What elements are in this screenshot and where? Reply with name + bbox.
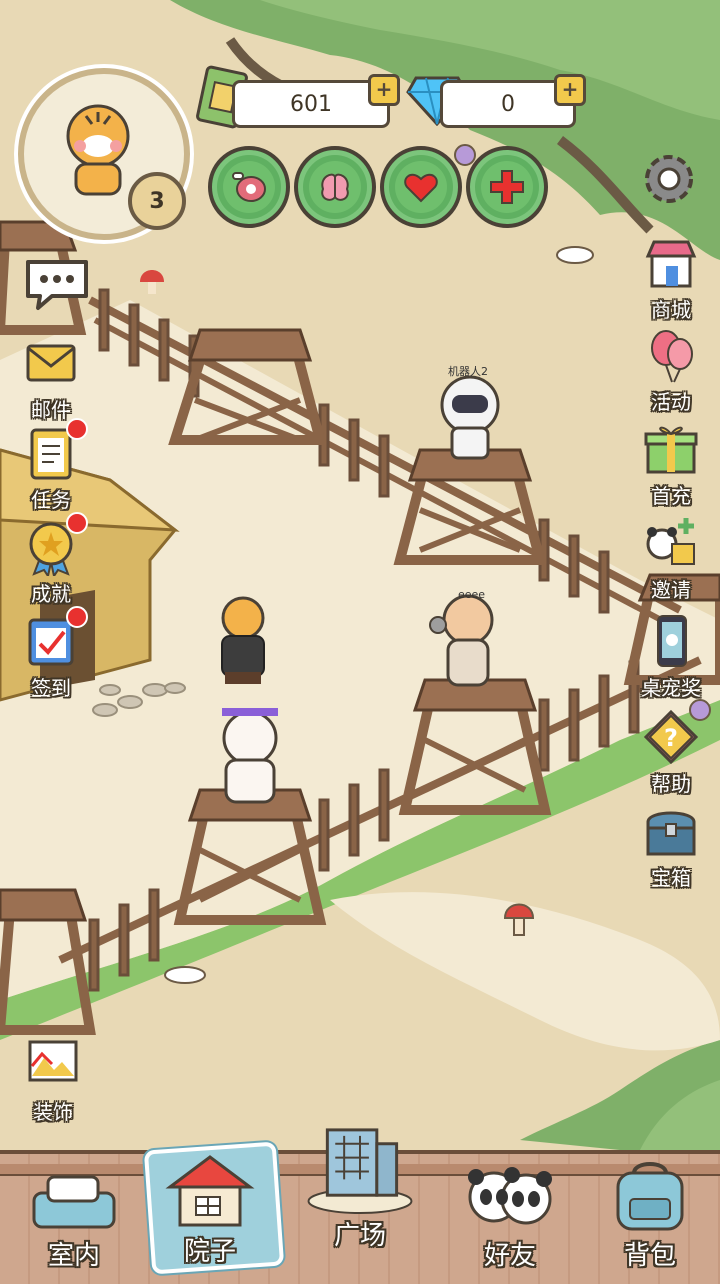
- tasks-notification-dot: [66, 418, 88, 440]
- add-gems-button[interactable]: +: [554, 74, 586, 106]
- events-button[interactable]: 活动: [630, 326, 712, 415]
- cash-amount: 601: [290, 91, 332, 117]
- nav-backpack-label: 背包: [623, 1241, 676, 1271]
- chat-bubble-icon[interactable]: [22, 256, 92, 312]
- achievements-notification-dot: [66, 512, 88, 534]
- decorate-button[interactable]: 装饰: [12, 1036, 94, 1125]
- phone-pet-icon: [657, 615, 687, 667]
- decorate-label: 装饰: [33, 1100, 73, 1124]
- checkin-button[interactable]: 签到: [10, 606, 92, 701]
- plaza-building-icon: [307, 1128, 413, 1215]
- help-question-icon: ?: [643, 709, 699, 765]
- nav-tab-yard[interactable]: 院子: [150, 1136, 270, 1276]
- nav-indoor-label: 室内: [47, 1241, 100, 1271]
- nav-tab-friends[interactable]: 好友: [450, 1140, 570, 1280]
- brain-icon: [321, 173, 349, 201]
- help-button[interactable]: ? 帮助: [630, 708, 712, 797]
- nav-tab-plaza[interactable]: 广场: [300, 1120, 420, 1260]
- house-icon: [165, 1155, 255, 1227]
- desktop-pet-label: 桌宠奖: [641, 676, 701, 700]
- gem-amount: 0: [501, 91, 515, 117]
- nav-tab-indoor[interactable]: 室内: [14, 1140, 134, 1280]
- cash-counter: 601: [232, 80, 390, 128]
- tasks-label: 任务: [31, 488, 71, 512]
- decorate-picture-icon: [28, 1040, 78, 1082]
- treasure-chest-icon: [646, 811, 696, 856]
- achievements-button[interactable]: 成就: [10, 512, 92, 607]
- help-label: 帮助: [651, 772, 691, 796]
- robot-name-tag: 机器人2: [448, 365, 488, 378]
- chest-button[interactable]: 宝箱: [630, 802, 712, 891]
- svg-text:?: ?: [664, 724, 678, 752]
- meat-icon: [232, 172, 266, 202]
- settings-gear-icon[interactable]: [636, 146, 702, 212]
- chest-label: 宝箱: [651, 866, 691, 890]
- hunger-stat-button[interactable]: [208, 146, 290, 228]
- player-level-badge: 3: [128, 172, 186, 230]
- events-label: 活动: [651, 390, 691, 414]
- gift-box-icon: [644, 426, 698, 474]
- hamster-name-tag: eeee: [458, 588, 486, 601]
- tiger-avatar-icon: [66, 104, 130, 196]
- mail-envelope-icon: [26, 344, 76, 382]
- first-recharge-label: 首充: [651, 484, 691, 508]
- achievements-label: 成就: [31, 582, 71, 606]
- bed-icon: [32, 1175, 116, 1229]
- panda-friends-icon: [468, 1167, 552, 1225]
- desktop-pet-button[interactable]: 桌宠奖: [630, 612, 712, 701]
- invite-label: 邀请: [651, 578, 691, 602]
- tiger-player-character[interactable]: [221, 596, 265, 684]
- nav-friends-label: 好友: [483, 1241, 536, 1271]
- nav-tab-backpack[interactable]: 背包: [590, 1140, 710, 1280]
- shop-store-icon: [645, 240, 697, 288]
- health-stat-button[interactable]: [466, 146, 548, 228]
- intelligence-stat-button[interactable]: [294, 146, 376, 228]
- mood-stat-button[interactable]: [380, 146, 462, 228]
- invite-button[interactable]: 邀请: [630, 514, 712, 603]
- checkin-notification-dot: [66, 606, 88, 628]
- heart-icon: [404, 173, 438, 203]
- white-tiger-character[interactable]: [222, 708, 278, 804]
- invite-panda-gift-icon: [646, 518, 695, 565]
- shop-label: 商城: [651, 298, 691, 322]
- tasks-button[interactable]: 任务: [10, 418, 92, 513]
- nav-yard-label: 院子: [183, 1237, 236, 1267]
- backpack-icon: [616, 1162, 684, 1231]
- first-recharge-button[interactable]: 首充: [630, 420, 712, 509]
- nav-plaza-label: 广场: [333, 1221, 386, 1251]
- balloon-icon: [651, 330, 693, 383]
- mail-label: 邮件: [31, 398, 71, 422]
- add-cash-button[interactable]: +: [368, 74, 400, 106]
- shop-button[interactable]: 商城: [630, 234, 712, 323]
- checkin-label: 签到: [31, 676, 71, 700]
- mail-button[interactable]: 邮件: [10, 334, 92, 423]
- health-cross-icon: [490, 170, 524, 204]
